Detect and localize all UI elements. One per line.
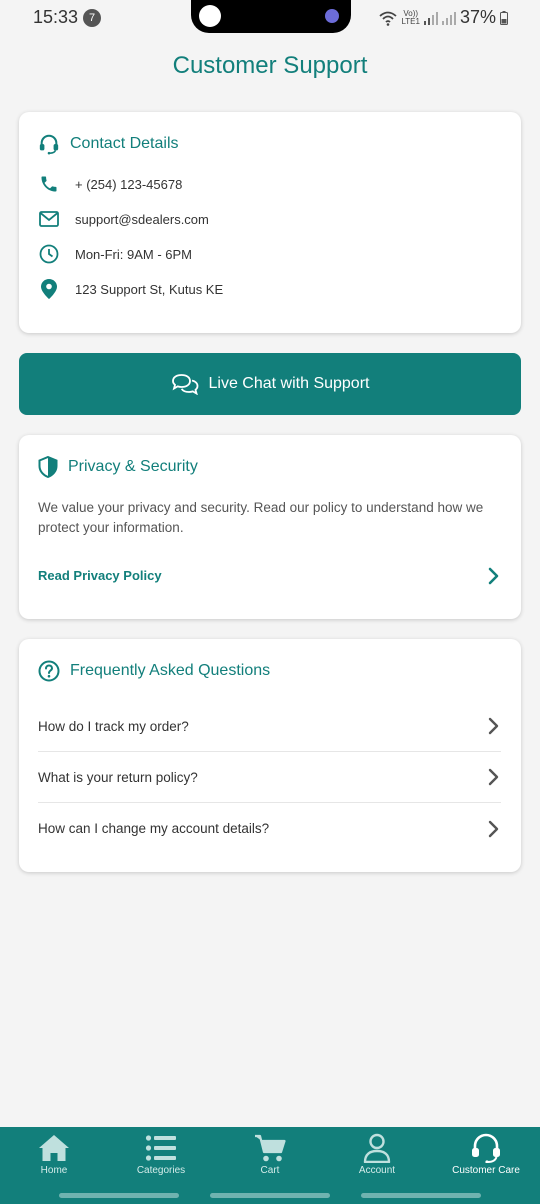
list-icon — [145, 1135, 176, 1161]
nav-label-account: Account — [358, 1165, 396, 1176]
camera-indicator-icon — [325, 9, 339, 23]
battery-percent: 37% — [459, 7, 496, 27]
faq-item[interactable]: How can I change my account details? — [38, 803, 501, 854]
bottom-navigation: Home Categories Cart Account Customer Ca… — [0, 1127, 540, 1204]
chevron-right-icon — [488, 820, 499, 837]
nav-label-home: Home — [40, 1165, 68, 1176]
network-type-label: Vo)) LTE1 — [401, 8, 420, 26]
contact-details-header: Contact Details — [38, 133, 179, 155]
status-time: 15:33 — [33, 7, 79, 27]
contact-email: support@sdealers.com — [75, 211, 209, 227]
contact-phone-row[interactable]: + (254) 123-45678 — [38, 173, 182, 195]
contact-phone: + (254) 123-45678 — [75, 176, 183, 192]
nav-item-customer-care[interactable]: Customer Care — [436, 1133, 536, 1176]
contact-address-row[interactable]: 123 Support St, Kutus KE — [38, 278, 223, 300]
faq-question: How can I change my account details? — [38, 821, 270, 836]
contact-address: 123 Support St, Kutus KE — [75, 281, 224, 297]
clock-icon — [38, 243, 60, 265]
contact-details-card: Contact Details + (254) 123-45678 suppor… — [19, 112, 521, 333]
mail-icon — [38, 208, 60, 230]
live-chat-label: Live Chat with Support — [208, 375, 370, 392]
nav-item-home[interactable]: Home — [4, 1133, 104, 1176]
nav-label-categories: Categories — [136, 1165, 186, 1176]
contact-hours-row: Mon-Fri: 9AM - 6PM — [38, 243, 192, 265]
privacy-title: Privacy & Security — [68, 458, 198, 475]
nav-label-customer-care: Customer Care — [452, 1165, 520, 1176]
phone-icon — [38, 173, 60, 195]
chevron-right-icon — [488, 717, 499, 735]
faq-card: Frequently Asked Questions How do I trac… — [19, 639, 521, 872]
privacy-header: Privacy & Security — [38, 456, 198, 478]
gesture-indicator-right — [361, 1193, 481, 1198]
headset-icon — [39, 134, 59, 155]
nav-item-account[interactable]: Account — [327, 1133, 427, 1176]
headset-icon — [472, 1133, 500, 1163]
camera-island — [191, 0, 351, 33]
signal-icon — [423, 11, 438, 25]
live-chat-button[interactable]: Live Chat with Support — [19, 353, 521, 415]
page-title: Customer Support — [172, 52, 368, 79]
gesture-indicator-center — [210, 1193, 330, 1198]
faq-item[interactable]: What is your return policy? — [38, 752, 501, 803]
chat-bubbles-icon — [171, 374, 198, 395]
battery-icon — [500, 10, 508, 25]
notification-count-badge: 7 — [83, 9, 101, 27]
location-pin-icon — [38, 278, 60, 300]
contact-email-row[interactable]: support@sdealers.com — [38, 208, 209, 230]
signal-icon-2 — [441, 11, 456, 25]
contact-details-title: Contact Details — [70, 135, 179, 152]
status-indicators: Vo)) LTE1 37% — [379, 7, 508, 28]
privacy-security-card: Privacy & Security We value your privacy… — [19, 435, 521, 619]
faq-question: How do I track my order? — [38, 718, 189, 734]
chevron-right-icon — [488, 768, 499, 786]
status-bar: 15:33 7 Vo)) LTE1 37% — [0, 0, 540, 36]
read-privacy-policy-link[interactable]: Read Privacy Policy — [38, 568, 162, 583]
gesture-indicator-left — [59, 1193, 179, 1198]
user-icon — [363, 1133, 391, 1163]
question-circle-icon — [38, 660, 60, 682]
chevron-right-icon[interactable] — [487, 566, 501, 586]
faq-question: What is your return policy? — [38, 769, 198, 785]
shield-icon — [38, 456, 58, 478]
nav-label-cart: Cart — [260, 1165, 280, 1176]
contact-hours: Mon-Fri: 9AM - 6PM — [75, 246, 193, 262]
privacy-description: We value your privacy and security. Read… — [38, 500, 484, 535]
nav-item-cart[interactable]: Cart — [220, 1133, 320, 1176]
wifi-icon — [379, 11, 398, 26]
app-indicator-icon — [199, 5, 221, 27]
cart-icon — [255, 1134, 286, 1162]
faq-item[interactable]: How do I track my order? — [38, 701, 501, 752]
home-icon — [39, 1135, 69, 1161]
faq-header: Frequently Asked Questions — [38, 660, 270, 682]
faq-title: Frequently Asked Questions — [70, 662, 271, 679]
nav-item-categories[interactable]: Categories — [111, 1133, 211, 1176]
